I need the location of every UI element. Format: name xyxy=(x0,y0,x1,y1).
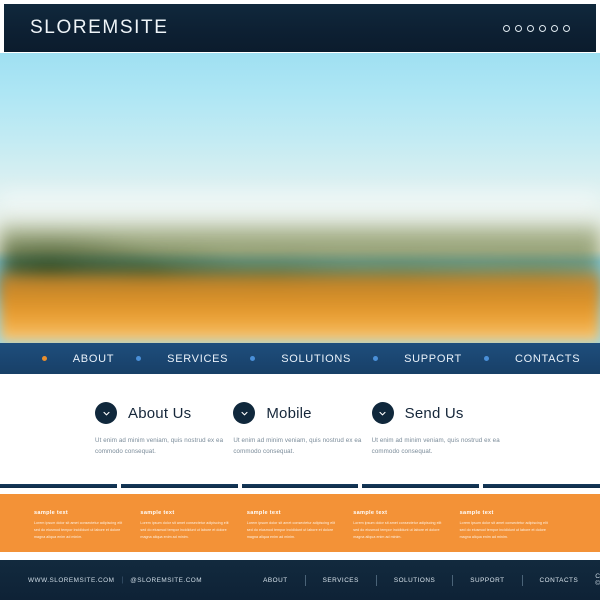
footer-link-about[interactable]: ABOUT xyxy=(246,577,305,584)
chevron-down-icon[interactable] xyxy=(233,402,256,424)
nav-bullet-icon xyxy=(136,356,142,361)
footer-copyright: Copyright © 2013 xyxy=(595,573,600,587)
website-template-page: SLOREMSITE ABOUT SERVICES SOLUTIONS SUPP… xyxy=(0,0,600,600)
divider-bar-segment xyxy=(483,484,600,488)
header-dot-icon[interactable] xyxy=(551,24,558,32)
header-dot-icon[interactable] xyxy=(515,24,522,32)
feature-column-title: Mobile xyxy=(266,404,312,422)
orange-info-panel: sample text Lorem ipsum dolor sit amet c… xyxy=(0,494,600,552)
feature-column-title: Send Us xyxy=(404,404,464,422)
nav-item-support[interactable]: SUPPORT xyxy=(351,353,462,365)
orange-column: sample text Lorem ipsum dolor sit amet c… xyxy=(34,510,140,552)
nav-bullet-icon xyxy=(250,356,256,361)
orange-column-text: Lorem ipsum dolor sit amet consectetur a… xyxy=(140,521,229,540)
nav-link-label[interactable]: ABOUT xyxy=(73,353,114,365)
feature-columns-section: About Us Ut enim ad minim veniam, quis n… xyxy=(0,374,600,478)
feature-column-text: Ut enim ad minim veniam, quis nostrud ex… xyxy=(95,437,224,455)
orange-column-text: Lorem ipsum dolor sit amet consectetur a… xyxy=(246,521,336,540)
header-dot-icon[interactable] xyxy=(539,24,546,32)
divider-bar-segment xyxy=(241,484,359,488)
feature-column-header[interactable]: Send Us xyxy=(371,402,504,424)
orange-column: sample text Lorem ipsum dolor sit amet c… xyxy=(247,510,353,552)
orange-column-title: sample text xyxy=(353,510,388,516)
header-dots-group xyxy=(503,24,570,32)
footer-navigation: ABOUT SERVICES SOLUTIONS SUPPORT CONTACT… xyxy=(246,574,596,586)
divider-bar-segment xyxy=(362,484,480,488)
section-divider-bars xyxy=(0,484,600,488)
orange-column-title: sample text xyxy=(246,510,281,516)
nav-item-contacts[interactable]: CONTACTS xyxy=(462,353,580,365)
orange-column-text: Lorem ipsum dolor sit amet consectetur a… xyxy=(353,521,442,540)
footer-link-solutions[interactable]: SOLUTIONS xyxy=(377,577,452,584)
footer-link-contacts[interactable]: CONTACTS xyxy=(523,577,596,584)
footer-link-services[interactable]: SERVICES xyxy=(306,577,376,584)
nav-bullet-icon xyxy=(483,356,489,361)
feature-column-send-us: Send Us Ut enim ad minim veniam, quis no… xyxy=(371,402,504,478)
header-dot-icon[interactable] xyxy=(503,24,510,32)
nav-link-label[interactable]: SUPPORT xyxy=(404,353,462,365)
hero-field-layer xyxy=(0,267,600,343)
footer-link-support[interactable]: SUPPORT xyxy=(453,577,521,584)
nav-bullet-icon xyxy=(41,356,47,361)
feature-column-header[interactable]: Mobile xyxy=(233,402,365,424)
orange-column: sample text Lorem ipsum dolor sit amet c… xyxy=(460,510,566,552)
feature-column-title: About Us xyxy=(128,404,192,422)
feature-column-mobile: Mobile Ut enim ad minim veniam, quis nos… xyxy=(233,402,365,478)
orange-column: sample text Lorem ipsum dolor sit amet c… xyxy=(140,510,246,552)
divider-bar-segment xyxy=(120,484,238,488)
feature-column-header[interactable]: About Us xyxy=(95,402,227,424)
site-header: SLOREMSITE xyxy=(4,4,596,52)
footer-website-link[interactable]: WWW.SLOREMSITE.COM xyxy=(28,577,114,584)
feature-column-about-us: About Us Ut enim ad minim veniam, quis n… xyxy=(95,402,227,478)
hero-banner-image xyxy=(0,53,600,343)
site-logo[interactable]: SLOREMSITE xyxy=(30,17,168,39)
footer-contact-group: WWW.SLOREMSITE.COM | @SLOREMSITE.COM xyxy=(28,577,202,584)
orange-column-title: sample text xyxy=(459,510,494,516)
nav-item-solutions[interactable]: SOLUTIONS xyxy=(228,353,351,365)
nav-item-about[interactable]: ABOUT xyxy=(20,353,114,365)
nav-link-label[interactable]: CONTACTS xyxy=(515,353,580,365)
main-navigation: ABOUT SERVICES SOLUTIONS SUPPORT CONTACT… xyxy=(0,343,600,374)
nav-bullet-icon xyxy=(373,356,379,361)
nav-link-label[interactable]: SERVICES xyxy=(167,353,228,365)
footer-separator: | xyxy=(121,576,124,584)
orange-column-title: sample text xyxy=(34,510,69,516)
chevron-down-icon[interactable] xyxy=(95,402,117,424)
footer-email-link[interactable]: @SLOREMSITE.COM xyxy=(130,577,202,584)
header-dot-icon[interactable] xyxy=(563,24,570,32)
nav-item-services[interactable]: SERVICES xyxy=(114,353,228,365)
orange-column-text: Lorem ipsum dolor sit amet consectetur a… xyxy=(34,521,123,540)
chevron-down-icon[interactable] xyxy=(371,402,394,424)
orange-column-title: sample text xyxy=(140,510,175,516)
header-dot-icon[interactable] xyxy=(527,24,534,32)
feature-column-text: Ut enim ad minim veniam, quis nostrud ex… xyxy=(371,437,500,455)
hero-haze-layer xyxy=(0,192,600,256)
divider-bar-segment xyxy=(0,484,117,488)
feature-column-text: Ut enim ad minim veniam, quis nostrud ex… xyxy=(233,437,362,455)
orange-column-text: Lorem ipsum dolor sit amet consectetur a… xyxy=(459,521,548,540)
site-footer: WWW.SLOREMSITE.COM | @SLOREMSITE.COM ABO… xyxy=(0,560,600,600)
nav-link-label[interactable]: SOLUTIONS xyxy=(281,353,351,365)
orange-column: sample text Lorem ipsum dolor sit amet c… xyxy=(353,510,459,552)
